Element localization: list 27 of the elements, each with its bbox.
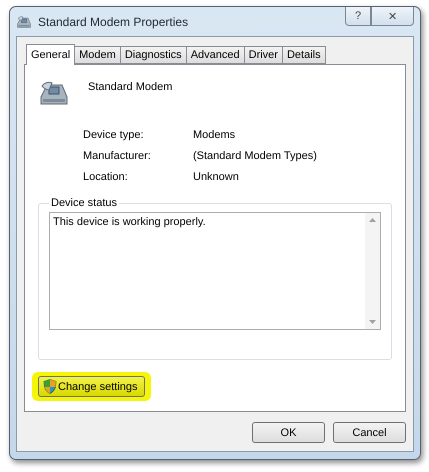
property-value: Unknown [193, 171, 240, 183]
shield-icon [43, 379, 57, 394]
cancel-button[interactable]: Cancel [333, 422, 406, 443]
tab[interactable]: Advanced [186, 46, 245, 64]
tab[interactable]: General [26, 44, 76, 65]
scroll-down-icon[interactable] [369, 320, 376, 324]
status-text: This device is working properly. [52, 215, 207, 230]
tab[interactable]: Details [282, 46, 326, 64]
property-label: Location: [83, 171, 129, 183]
modem-icon [16, 14, 32, 30]
property-label: Manufacturer: [83, 150, 152, 162]
window-title: Standard Modem Properties [38, 14, 190, 28]
change-settings-button[interactable]: Change settings [38, 376, 144, 397]
help-button[interactable]: ? [345, 7, 371, 26]
tab[interactable]: Diagnostics [120, 46, 187, 64]
property-value: (Standard Modem Types) [193, 150, 318, 162]
tab[interactable]: Driver [244, 46, 283, 64]
tab[interactable]: Modem [74, 46, 121, 64]
status-text-box[interactable]: This device is working properly. [49, 212, 381, 330]
group-title: Device status [50, 197, 118, 209]
property-value: Modems [193, 129, 236, 141]
scroll-up-icon[interactable] [369, 218, 376, 222]
scrollbar[interactable] [365, 213, 380, 329]
ok-button[interactable]: OK [252, 422, 325, 443]
property-label: Device type: [83, 129, 145, 141]
device-name: Standard Modem [88, 81, 172, 93]
close-button[interactable]: ✕ [371, 7, 414, 26]
